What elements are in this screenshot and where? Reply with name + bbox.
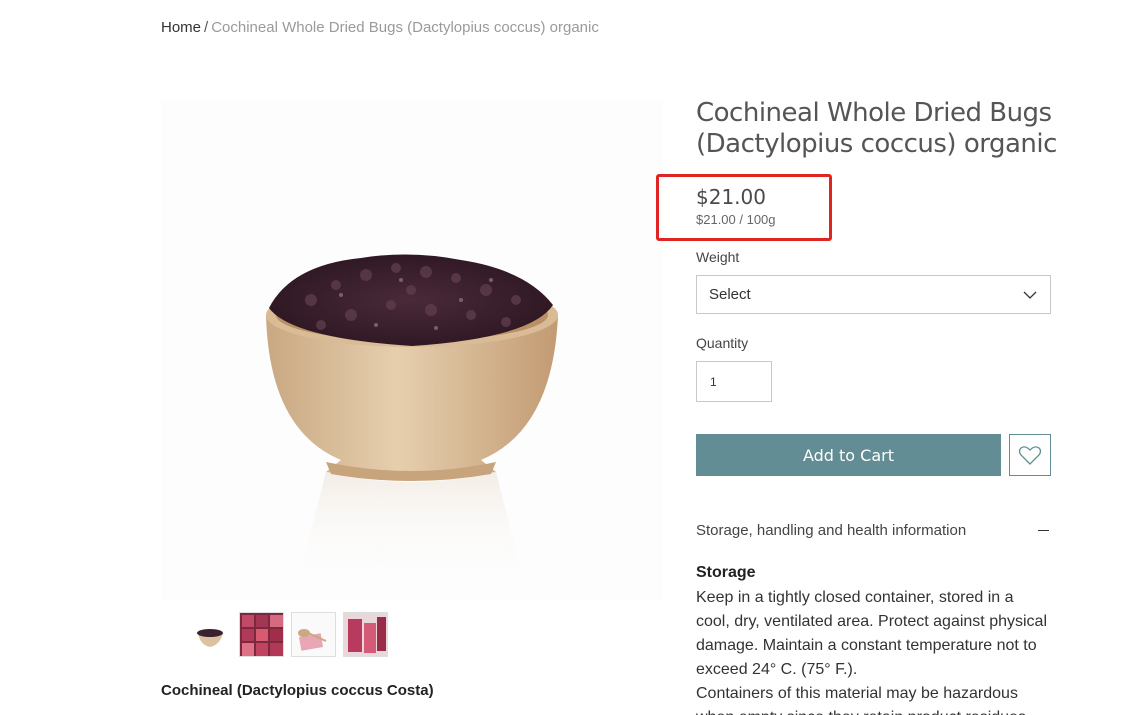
quantity-input[interactable]: [696, 361, 772, 402]
weight-select[interactable]: Select: [696, 275, 1051, 314]
thumbnail-spoon[interactable]: [291, 612, 336, 657]
accordion-title: Storage, handling and health information: [696, 522, 967, 539]
wishlist-button[interactable]: [1009, 434, 1051, 476]
bowl-of-cochineal-image: [161, 100, 663, 600]
storage-title: Storage: [696, 564, 756, 581]
product-main-image[interactable]: [161, 100, 663, 600]
breadcrumb-separator: /: [204, 19, 209, 36]
chevron-down-icon: [1023, 291, 1037, 299]
minus-icon: [1038, 530, 1049, 531]
product-title: Cochineal Whole Dried Bugs (Dactylopius …: [696, 98, 1057, 159]
quantity-label: Quantity: [696, 335, 749, 351]
add-to-cart-button[interactable]: Add to Cart: [696, 434, 1001, 476]
weight-label: Weight: [696, 249, 740, 265]
heart-icon: [1018, 446, 1042, 465]
storage-text: Keep in a tightly closed container, stor…: [696, 589, 1047, 715]
thumbnail-dye-swatches[interactable]: [239, 612, 284, 657]
breadcrumb: Home / Cochineal Whole Dried Bugs (Dactylo…: [161, 19, 599, 36]
thumbnail-bowl[interactable]: [187, 612, 232, 657]
thumbnail-strip: [187, 612, 388, 657]
description-title: Cochineal (Dactylopius coccus Costa): [161, 682, 434, 699]
breadcrumb-current: Cochineal Whole Dried Bugs (Dactylopius …: [211, 19, 599, 36]
storage-accordion-header[interactable]: Storage, handling and health information: [696, 522, 1051, 539]
thumbnail-fabric[interactable]: [343, 612, 388, 657]
weight-select-value: Select: [709, 286, 751, 303]
unit-price: $21.00 / 100g: [696, 212, 776, 227]
product-price: $21.00: [696, 185, 766, 209]
breadcrumb-home-link[interactable]: Home: [161, 19, 201, 36]
